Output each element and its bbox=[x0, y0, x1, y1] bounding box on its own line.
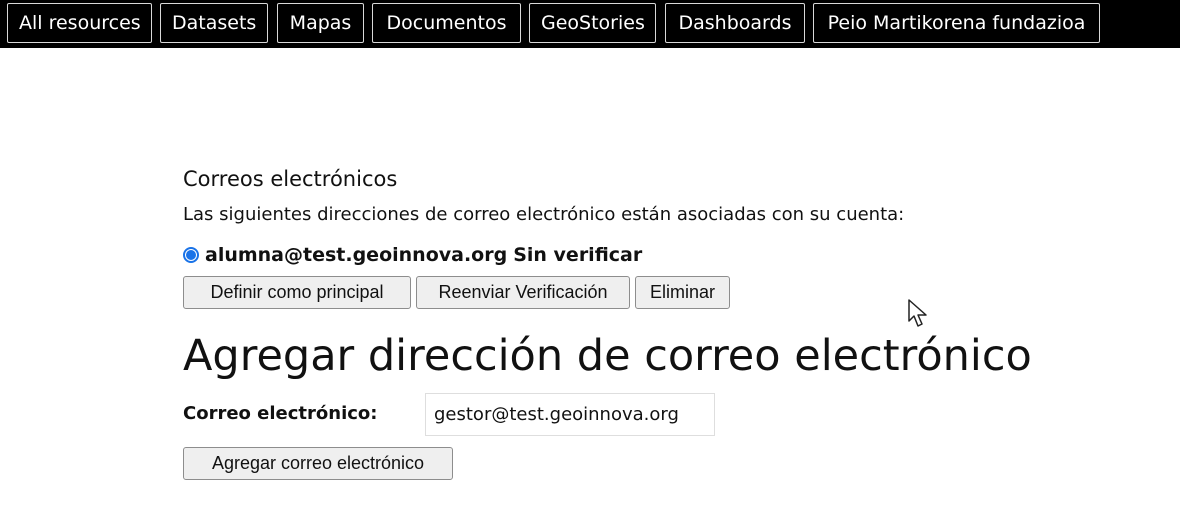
emails-section-title: Correos electrónicos bbox=[183, 167, 398, 191]
selected-radio-icon[interactable] bbox=[183, 247, 199, 263]
nav-geostories-button[interactable]: GeoStories bbox=[529, 3, 656, 43]
nav-datasets-button[interactable]: Datasets bbox=[160, 3, 268, 43]
email-field-label: Correo electrónico: bbox=[183, 403, 378, 424]
verification-status: Sin verificar bbox=[513, 244, 643, 266]
nav-mapas-button[interactable]: Mapas bbox=[277, 3, 364, 43]
email-address: alumna@test.geoinnova.org bbox=[205, 244, 508, 266]
add-email-button[interactable]: Agregar correo electrónico bbox=[183, 447, 453, 480]
nav-peio-martikorena-fundazioa-button[interactable]: Peio Martikorena fundazioa bbox=[813, 3, 1100, 43]
resend-verification-button[interactable]: Reenviar Verificación bbox=[416, 276, 630, 309]
nav-documentos-button[interactable]: Documentos bbox=[372, 3, 521, 43]
emails-description: Las siguientes direcciones de correo ele… bbox=[183, 204, 905, 225]
top-navigation-bar: All resources Datasets Mapas Documentos … bbox=[0, 0, 1180, 48]
delete-email-button[interactable]: Eliminar bbox=[635, 276, 730, 309]
set-primary-email-button[interactable]: Definir como principal bbox=[183, 276, 411, 309]
add-email-title: Agregar dirección de correo electrónico bbox=[183, 331, 1032, 381]
email-field[interactable] bbox=[425, 393, 715, 436]
nav-dashboards-button[interactable]: Dashboards bbox=[665, 3, 805, 43]
email-list-item[interactable]: alumna@test.geoinnova.org Sin verificar bbox=[183, 241, 642, 269]
nav-all-resources-button[interactable]: All resources bbox=[7, 3, 152, 43]
mouse-pointer-icon bbox=[908, 299, 927, 327]
